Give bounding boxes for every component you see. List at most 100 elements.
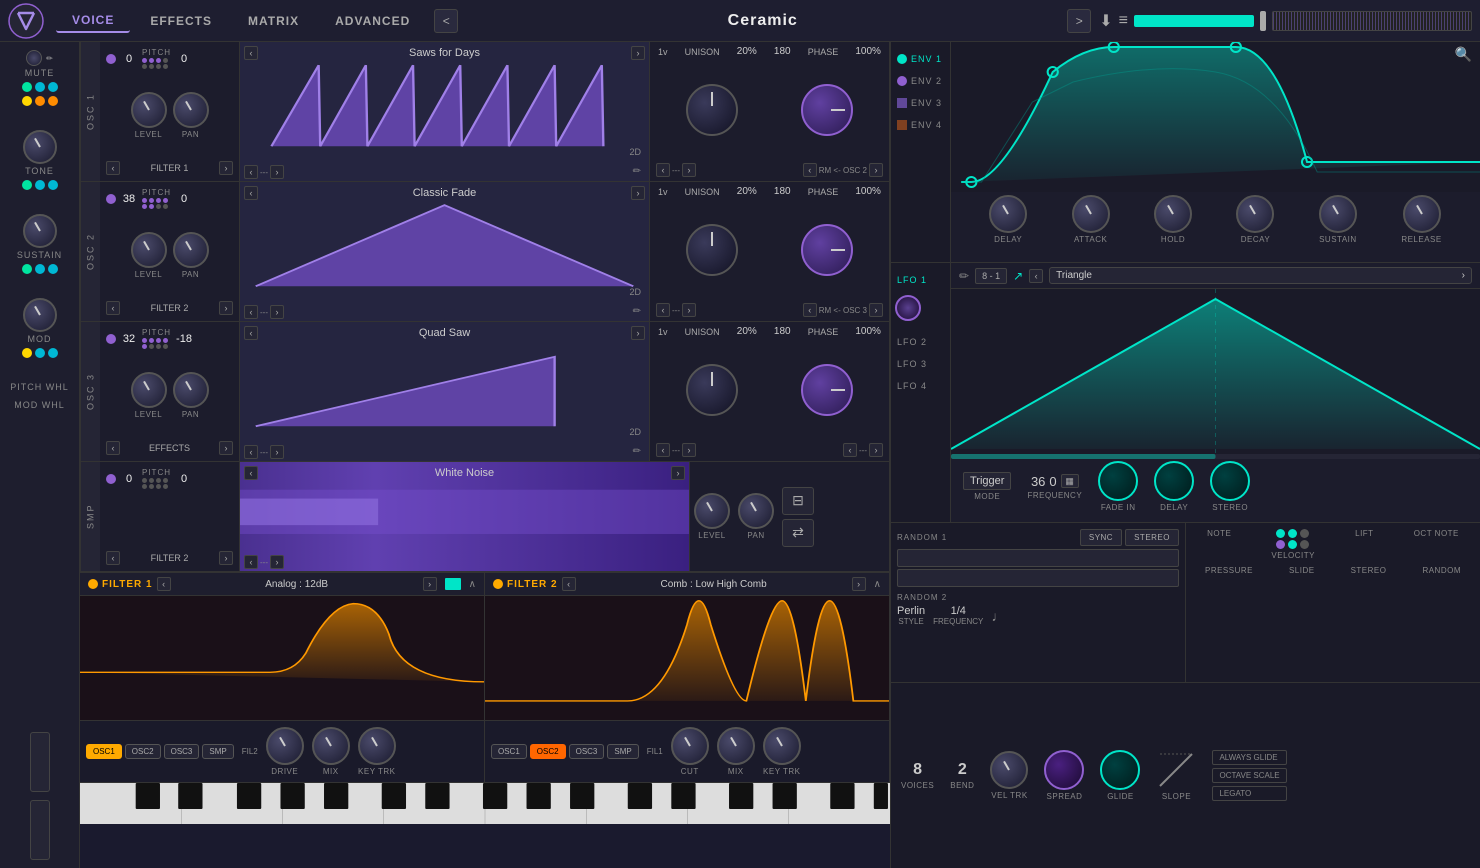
filter1-drive-knob[interactable] bbox=[266, 727, 304, 765]
smp-bot-prev[interactable]: ‹ bbox=[244, 555, 258, 569]
filter1-osc1-btn[interactable]: OSC1 bbox=[86, 744, 122, 759]
osc2-rm2-prev[interactable]: ‹ bbox=[803, 303, 817, 317]
osc2-wave-prev[interactable]: ‹ bbox=[244, 186, 258, 200]
osc2-bot-prev[interactable]: ‹ bbox=[244, 305, 258, 319]
tab-advanced[interactable]: ADVANCED bbox=[319, 10, 426, 32]
osc3-wave-next[interactable]: › bbox=[631, 326, 645, 340]
piano[interactable]: Black key pattern bbox=[80, 782, 890, 824]
env-sustain-knob[interactable] bbox=[1319, 195, 1357, 233]
save-icon[interactable]: ⬇ bbox=[1099, 11, 1112, 31]
filter1-osc2-btn[interactable]: OSC2 bbox=[125, 744, 161, 759]
osc3-pan-knob[interactable] bbox=[173, 372, 209, 408]
osc2-phase-knob[interactable] bbox=[801, 224, 853, 276]
osc2-edit-icon[interactable]: ✏ bbox=[633, 306, 641, 317]
osc2-unison-knob[interactable] bbox=[686, 224, 738, 276]
smp-wave-next[interactable]: › bbox=[671, 466, 685, 480]
osc3-edit-icon[interactable]: ✏ bbox=[633, 446, 641, 457]
filter2-cut-knob[interactable] bbox=[671, 727, 709, 765]
env3-item[interactable]: ENV 3 bbox=[895, 94, 946, 112]
lfo1-knob[interactable] bbox=[895, 295, 921, 321]
osc2-pan-knob[interactable] bbox=[173, 232, 209, 268]
tab-effects[interactable]: EFFECTS bbox=[134, 10, 228, 32]
osc2-rm2-next[interactable]: › bbox=[869, 303, 883, 317]
osc3-phase-knob[interactable] bbox=[801, 364, 853, 416]
smp-active-dot[interactable] bbox=[106, 474, 116, 484]
osc1-filter-prev[interactable]: ‹ bbox=[106, 161, 120, 175]
env4-item[interactable]: ENV 4 bbox=[895, 116, 946, 134]
osc3-level-knob[interactable] bbox=[131, 372, 167, 408]
osc3-unison-knob[interactable] bbox=[686, 364, 738, 416]
mute-knob-small[interactable] bbox=[26, 50, 42, 66]
filter1-smp-btn[interactable]: SMP bbox=[202, 744, 233, 759]
osc2-filter-prev[interactable]: ‹ bbox=[106, 301, 120, 315]
vel-trk-knob[interactable] bbox=[990, 751, 1028, 789]
random1-stereo-btn[interactable]: STEREO bbox=[1125, 529, 1179, 546]
lfo-mode-val[interactable]: Trigger bbox=[963, 472, 1011, 490]
filter2-osc1-btn[interactable]: OSC1 bbox=[491, 744, 527, 759]
octave-scale-btn[interactable]: OCTAVE SCALE bbox=[1212, 768, 1286, 783]
osc2-level-knob[interactable] bbox=[131, 232, 167, 268]
mod-slider[interactable] bbox=[30, 800, 50, 860]
osc1-rm-next[interactable]: › bbox=[682, 163, 696, 177]
tab-matrix[interactable]: MATRIX bbox=[232, 10, 315, 32]
env2-item[interactable]: ENV 2 bbox=[895, 72, 946, 90]
pitch-slider[interactable] bbox=[30, 732, 50, 792]
osc1-bot-prev[interactable]: ‹ bbox=[244, 165, 258, 179]
filter2-smp-btn[interactable]: SMP bbox=[607, 744, 638, 759]
osc1-phase-knob[interactable] bbox=[801, 84, 853, 136]
random1-sync-btn[interactable]: SYNC bbox=[1080, 529, 1122, 546]
filter2-mix-knob[interactable] bbox=[717, 727, 755, 765]
osc3-rm2-prev[interactable]: ‹ bbox=[843, 443, 857, 457]
lfo1-item[interactable]: LFO 1 bbox=[895, 271, 946, 289]
filter2-keytrk-knob[interactable] bbox=[763, 727, 801, 765]
osc2-bot-next[interactable]: › bbox=[270, 305, 284, 319]
osc3-rm-prev[interactable]: ‹ bbox=[656, 443, 670, 457]
env-delay-knob[interactable] bbox=[989, 195, 1027, 233]
lfo3-item[interactable]: LFO 3 bbox=[895, 355, 946, 373]
smp-level-knob[interactable] bbox=[694, 493, 730, 529]
spread-knob[interactable] bbox=[1044, 750, 1084, 790]
osc1-rm2-prev[interactable]: ‹ bbox=[803, 163, 817, 177]
filter2-osc3-btn[interactable]: OSC3 bbox=[569, 744, 605, 759]
osc3-filter-prev[interactable]: ‹ bbox=[106, 441, 120, 455]
menu-icon[interactable]: ≡ bbox=[1119, 12, 1128, 30]
env-release-knob[interactable] bbox=[1403, 195, 1441, 233]
osc1-pan-knob[interactable] bbox=[173, 92, 209, 128]
osc2-filter-next[interactable]: › bbox=[219, 301, 233, 315]
lfo-fade-knob[interactable] bbox=[1098, 461, 1138, 501]
random2-note-icon[interactable]: ♩ bbox=[991, 608, 1005, 624]
env-decay-knob[interactable] bbox=[1236, 195, 1274, 233]
lfo-wave-selector[interactable]: Triangle › bbox=[1049, 267, 1472, 284]
env-search-icon[interactable]: 🔍 bbox=[1455, 46, 1472, 63]
osc1-active-dot[interactable] bbox=[106, 54, 116, 64]
osc3-wave-prev[interactable]: ‹ bbox=[244, 326, 258, 340]
filter2-type-next[interactable]: › bbox=[852, 577, 866, 591]
osc1-level-knob[interactable] bbox=[131, 92, 167, 128]
glide-knob[interactable] bbox=[1100, 750, 1140, 790]
lfo-freq-icon[interactable]: ▦ bbox=[1061, 474, 1079, 488]
lfo2-item[interactable]: LFO 2 bbox=[895, 333, 946, 351]
osc3-bot-next[interactable]: › bbox=[270, 445, 284, 459]
osc1-unison-knob[interactable] bbox=[686, 84, 738, 136]
env1-item[interactable]: ENV 1 bbox=[895, 50, 946, 68]
osc2-active-dot[interactable] bbox=[106, 194, 116, 204]
filter2-osc2-btn[interactable]: OSC2 bbox=[530, 744, 566, 759]
filter1-keytrk-knob[interactable] bbox=[358, 727, 396, 765]
filter1-type-prev[interactable]: ‹ bbox=[157, 577, 171, 591]
osc1-edit-icon[interactable]: ✏ bbox=[633, 166, 641, 177]
sustain-knob[interactable] bbox=[23, 214, 57, 248]
osc1-rm-prev[interactable]: ‹ bbox=[656, 163, 670, 177]
osc1-rm2-next[interactable]: › bbox=[869, 163, 883, 177]
osc2-rm-prev[interactable]: ‹ bbox=[656, 303, 670, 317]
smp-bot-next[interactable]: › bbox=[270, 555, 284, 569]
lfo-stereo-knob[interactable] bbox=[1210, 461, 1250, 501]
filter1-type-next[interactable]: › bbox=[423, 577, 437, 591]
lfo-delay-knob[interactable] bbox=[1154, 461, 1194, 501]
preset-next[interactable]: > bbox=[1067, 9, 1091, 33]
smp-wave-prev[interactable]: ‹ bbox=[244, 466, 258, 480]
osc3-bot-prev[interactable]: ‹ bbox=[244, 445, 258, 459]
osc3-filter-next[interactable]: › bbox=[219, 441, 233, 455]
mod-knob[interactable] bbox=[23, 298, 57, 332]
osc3-active-dot[interactable] bbox=[106, 334, 116, 344]
volume-slider[interactable] bbox=[1260, 11, 1266, 31]
